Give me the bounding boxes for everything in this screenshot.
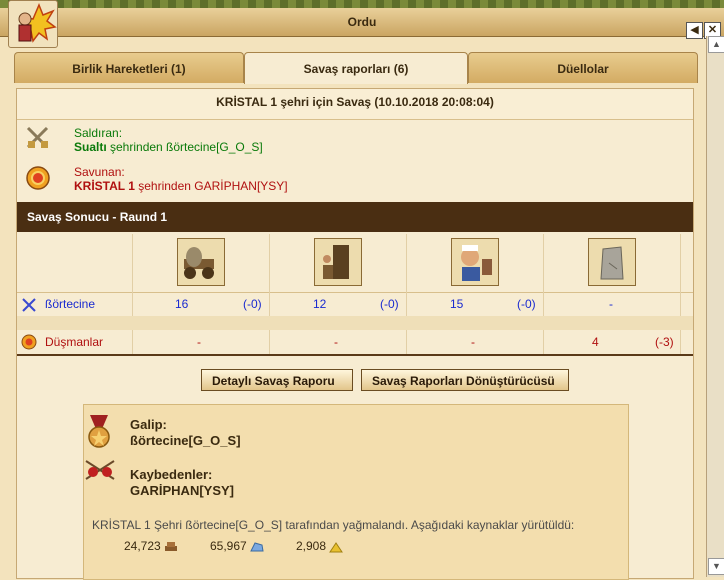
- loot-value: 2,908: [296, 539, 327, 553]
- unit-count: 16: [175, 297, 189, 311]
- crossed-swords-icon: [22, 298, 36, 312]
- shield-icon: [26, 166, 50, 190]
- defender-city-link[interactable]: KRİSTAL 1: [74, 179, 135, 193]
- report-converter-button[interactable]: Savaş Raporları Dönüştürücüsü: [361, 369, 569, 391]
- report-title: KRİSTAL 1 şehri için Savaş (10.10.2018 2…: [216, 95, 494, 109]
- row-name[interactable]: ßörtecine: [45, 297, 95, 311]
- attacker-player[interactable]: şehrinden ßörtecine[G_O_S]: [107, 140, 263, 154]
- vertical-scrollbar[interactable]: ▲ ▼: [706, 36, 724, 577]
- medal-icon: [88, 415, 110, 448]
- losers-heading: Kaybedenler:: [130, 467, 213, 482]
- defender-line: KRİSTAL 1 şehrinden GARİPHAN[YSY]: [74, 179, 288, 193]
- battering-ram-unit-icon: [184, 247, 214, 279]
- section-header: Savaş Sonucu - Raund 1: [17, 202, 693, 232]
- back-button[interactable]: ◀: [686, 22, 703, 39]
- tab-bar: Birlik Hareketleri (1) Savaş raporları (…: [14, 52, 698, 84]
- scroll-up-button[interactable]: ▲: [708, 36, 724, 53]
- loot-value: 65,967: [210, 539, 247, 553]
- wall-unit-icon: [600, 246, 624, 280]
- unit-loss: (-3): [655, 335, 674, 349]
- window-title: Ordu: [347, 15, 377, 29]
- unit-loss: (-0): [243, 297, 262, 311]
- defeated-army-icon: [85, 460, 115, 480]
- crossed-swords-icon: [26, 126, 49, 149]
- wood-icon: [165, 541, 178, 551]
- table-row: ßörtecine 16 (-0) 12 (-0) 15 (-0) -: [17, 293, 693, 316]
- loot-value: 24,723: [124, 539, 161, 553]
- unit-count: 15: [450, 297, 464, 311]
- winner-name[interactable]: ßörtecine[G_O_S]: [130, 433, 241, 448]
- tab-duels[interactable]: Düellolar: [468, 52, 698, 83]
- battle-report-panel: KRİSTAL 1 şehri için Savaş (10.10.2018 2…: [16, 88, 694, 580]
- table-row: Düşmanlar - - - 4 (-3): [17, 330, 693, 356]
- defender-heading: Savunan:: [74, 165, 125, 179]
- unit-count: 4: [592, 335, 599, 349]
- siege-tower-unit-icon: [323, 245, 349, 279]
- unit-count: -: [334, 335, 338, 349]
- arrow-left-icon: ◀: [690, 24, 699, 36]
- unit-count: 12: [313, 297, 327, 311]
- tab-battle-reports[interactable]: Savaş raporları (6): [244, 52, 468, 84]
- attacker-line: Sualtı şehrinden ßörtecine[G_O_S]: [74, 140, 263, 154]
- sulphur-icon: [329, 541, 344, 553]
- attacker-heading: Saldıran:: [74, 126, 123, 140]
- unit-cell-3[interactable]: [451, 238, 499, 286]
- city-view-strip: [0, 0, 724, 8]
- shield-icon: [21, 334, 37, 350]
- unit-loss: (-0): [517, 297, 536, 311]
- marble-icon: [250, 542, 264, 552]
- defender-player[interactable]: şehrinden GARİPHAN[YSY]: [135, 179, 287, 193]
- army-avatar[interactable]: [8, 0, 58, 48]
- loot-description: KRİSTAL 1 Şehri ßörtecine[G_O_S] tarafın…: [92, 518, 575, 532]
- loot-marble: 65,967: [210, 539, 264, 555]
- unit-cell-2[interactable]: [314, 238, 362, 286]
- window-titlebar: Ordu ◀ ✕: [0, 8, 724, 39]
- unit-cell-4[interactable]: [588, 238, 636, 286]
- cook-unit-icon: [461, 245, 492, 281]
- unit-count: -: [471, 335, 475, 349]
- losers-name[interactable]: GARİPHAN[YSY]: [130, 483, 234, 498]
- unit-count: -: [609, 297, 613, 311]
- unit-count: -: [197, 335, 201, 349]
- loot-sulphur: 2,908: [296, 539, 344, 555]
- attacker-city-link[interactable]: Sualtı: [74, 140, 107, 154]
- row-name: Düşmanlar: [45, 335, 104, 349]
- unit-loss: (-0): [380, 297, 399, 311]
- winner-heading: Galip:: [130, 417, 167, 432]
- scroll-down-button[interactable]: ▼: [708, 558, 724, 575]
- unit-cell-1[interactable]: [177, 238, 225, 286]
- close-icon: ✕: [707, 24, 718, 36]
- general-explosion-icon: [18, 3, 57, 43]
- tab-unit-movements[interactable]: Birlik Hareketleri (1): [14, 52, 244, 83]
- loot-wood: 24,723: [124, 539, 178, 555]
- battle-outcome-box: Galip: ßörtecine[G_O_S] Kaybedenler: GAR…: [83, 404, 629, 580]
- detailed-report-button[interactable]: Detaylı Savaş Raporu: [201, 369, 353, 391]
